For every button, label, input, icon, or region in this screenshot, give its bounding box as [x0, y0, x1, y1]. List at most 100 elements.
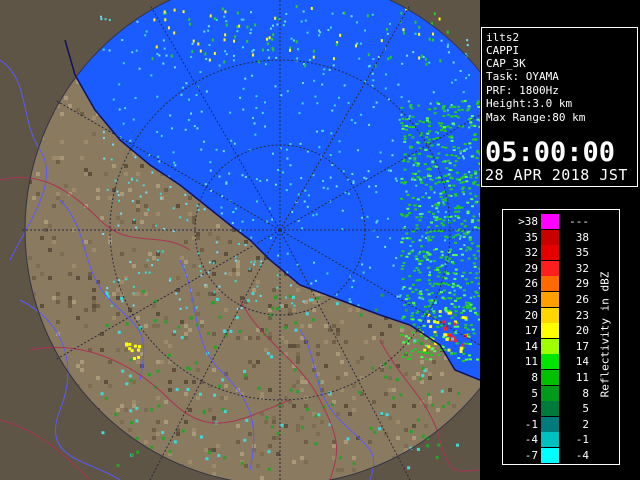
terrain-cell	[248, 360, 252, 364]
echo-cell	[400, 113, 403, 116]
echo-cell	[131, 51, 134, 54]
terrain-cell	[152, 256, 156, 260]
echo-cell	[289, 143, 292, 146]
terrain-cell	[264, 420, 268, 424]
echo-cell	[456, 443, 460, 447]
echo-cell	[263, 101, 266, 104]
echo-cell	[433, 316, 437, 319]
echo-cell	[218, 285, 221, 288]
terrain-cell	[240, 296, 244, 300]
echo-cell	[213, 393, 217, 397]
terrain-cell	[52, 240, 56, 244]
echo-cell	[447, 322, 451, 325]
echo-cell	[318, 29, 321, 32]
echo-cell	[468, 358, 472, 361]
terrain-cell	[72, 300, 76, 304]
terrain-cell	[36, 236, 40, 240]
echo-cell	[431, 403, 435, 407]
echo-cell	[220, 212, 223, 215]
terrain-cell	[72, 364, 76, 368]
echo-cell	[156, 95, 159, 98]
terrain-cell	[40, 236, 44, 240]
echo-cell	[468, 236, 472, 239]
echo-cell	[443, 129, 447, 132]
terrain-cell	[324, 324, 328, 328]
echo-cell	[102, 137, 105, 140]
echo-cell	[366, 14, 369, 18]
echo-cell	[410, 107, 414, 110]
echo-cell	[207, 25, 210, 28]
terrain-cell	[212, 416, 216, 420]
echo-cell	[454, 268, 458, 271]
echo-cell	[137, 355, 141, 359]
terrain-cell	[244, 336, 248, 340]
terrain-cell	[428, 372, 432, 376]
terrain-cell	[384, 428, 388, 432]
terrain-cell	[156, 360, 160, 364]
echo-cell	[161, 250, 164, 253]
terrain-cell	[80, 156, 84, 160]
echo-cell	[452, 145, 456, 148]
echo-cell	[447, 51, 450, 54]
terrain-cell	[252, 400, 256, 404]
echo-cell	[142, 290, 146, 294]
echo-cell	[440, 122, 444, 125]
echo-cell	[222, 150, 225, 153]
echo-cell	[400, 106, 404, 109]
terrain-cell	[84, 324, 88, 328]
echo-cell	[474, 138, 478, 141]
echo-cell	[430, 178, 434, 181]
echo-cell	[117, 194, 120, 197]
echo-cell	[469, 146, 472, 149]
terrain-cell	[188, 324, 192, 328]
legend-high-value: ---	[569, 215, 589, 228]
echo-cell	[428, 274, 432, 277]
echo-cell	[418, 239, 422, 242]
echo-cell	[112, 98, 115, 101]
terrain-cell	[120, 192, 124, 196]
terrain-cell	[412, 376, 416, 380]
echo-cell	[438, 310, 442, 314]
echo-cell	[433, 260, 437, 263]
echo-cell	[433, 350, 437, 353]
radar-map[interactable]	[0, 0, 480, 480]
echo-cell	[385, 73, 388, 76]
echo-cell	[246, 25, 249, 29]
echo-cell	[268, 36, 271, 40]
echo-cell	[424, 148, 428, 151]
terrain-cell	[320, 380, 324, 384]
echo-cell	[448, 184, 452, 187]
echo-cell	[374, 185, 377, 188]
echo-cell	[465, 301, 469, 304]
echo-cell	[429, 102, 432, 105]
echo-cell	[410, 350, 414, 353]
echo-cell	[453, 352, 457, 355]
legend-high-value: 23	[575, 308, 589, 322]
echo-cell	[441, 198, 445, 201]
echo-cell	[295, 5, 298, 9]
terrain-cell	[272, 436, 276, 440]
echo-cell	[127, 181, 130, 184]
echo-cell	[169, 185, 172, 188]
echo-cell	[137, 271, 140, 274]
echo-cell	[452, 272, 456, 275]
echo-cell	[433, 191, 436, 194]
terrain-cell	[144, 212, 148, 216]
terrain-cell	[216, 444, 220, 448]
terrain-cell	[428, 400, 432, 404]
echo-cell	[391, 154, 394, 157]
echo-cell	[328, 68, 331, 71]
echo-cell	[469, 303, 473, 306]
echo-cell	[314, 414, 318, 418]
legend-swatch	[541, 432, 559, 448]
echo-cell	[438, 315, 442, 318]
terrain-cell	[132, 212, 136, 216]
echo-cell	[186, 219, 189, 222]
terrain-cell	[268, 324, 272, 328]
echo-cell	[429, 188, 433, 191]
radar-map-canvas[interactable]	[0, 0, 480, 480]
echo-cell	[104, 18, 107, 21]
legend-row: 32 35	[503, 245, 599, 261]
echo-cell	[401, 250, 405, 253]
echo-cell	[117, 224, 120, 227]
